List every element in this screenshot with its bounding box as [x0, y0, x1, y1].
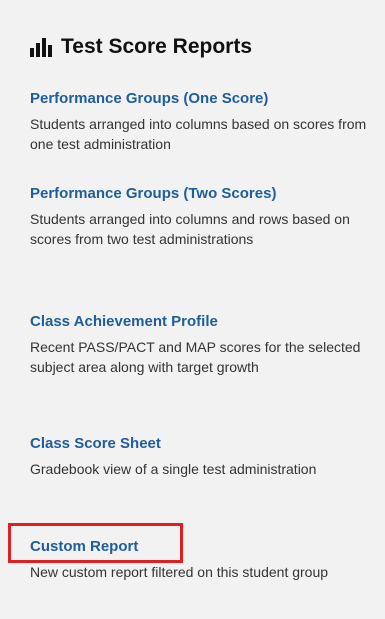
bar-chart-icon: [30, 37, 52, 57]
report-description: Recent PASS/PACT and MAP scores for the …: [30, 339, 361, 375]
panel-header: Test Score Reports: [30, 30, 252, 64]
performance-groups-two-scores-link[interactable]: Performance Groups (Two Scores): [30, 184, 380, 204]
report-description: Students arranged into columns based on …: [30, 116, 367, 152]
report-item-performance-groups-one-score: Performance Groups (One Score) Students …: [30, 89, 380, 154]
custom-report-link[interactable]: Custom Report: [30, 537, 380, 557]
report-item-custom-report: Custom Report New custom report filtered…: [30, 537, 380, 582]
class-achievement-profile-link[interactable]: Class Achievement Profile: [30, 312, 380, 332]
test-score-reports-panel: Test Score Reports Performance Groups (O…: [0, 0, 385, 619]
report-description: Gradebook view of a single test administ…: [30, 461, 317, 477]
performance-groups-one-score-link[interactable]: Performance Groups (One Score): [30, 89, 380, 109]
class-score-sheet-link[interactable]: Class Score Sheet: [30, 434, 380, 454]
report-item-class-score-sheet: Class Score Sheet Gradebook view of a si…: [30, 434, 380, 479]
report-item-class-achievement-profile: Class Achievement Profile Recent PASS/PA…: [30, 312, 380, 377]
report-item-performance-groups-two-scores: Performance Groups (Two Scores) Students…: [30, 184, 380, 249]
report-description: Students arranged into columns and rows …: [30, 211, 350, 247]
panel-title: Test Score Reports: [61, 35, 252, 58]
report-description: New custom report filtered on this stude…: [30, 564, 329, 580]
